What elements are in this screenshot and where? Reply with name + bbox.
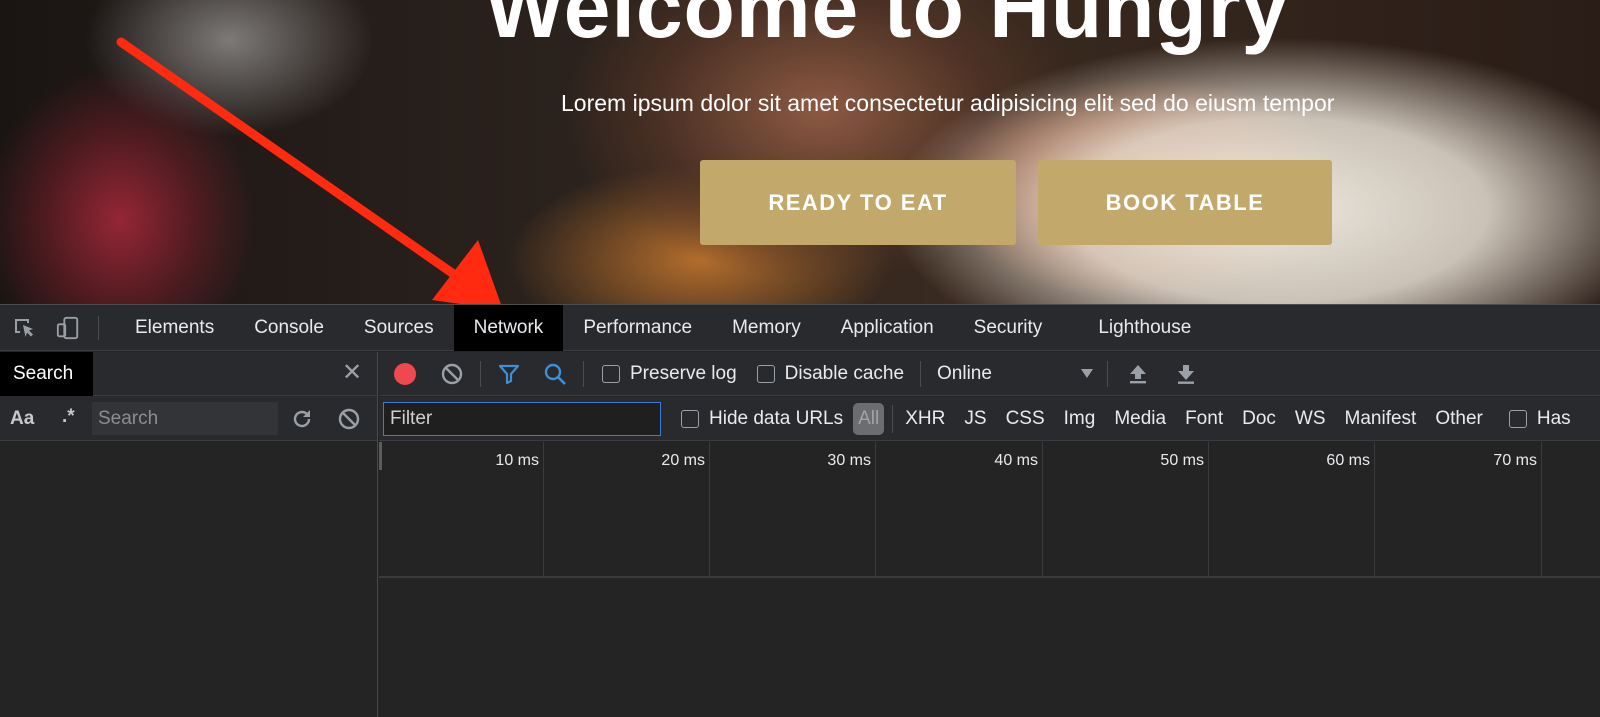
regex-toggle[interactable]: .* — [62, 406, 75, 428]
devtools-tabbar: Elements Console Sources Network Perform… — [0, 304, 1600, 351]
search-input[interactable] — [92, 402, 278, 435]
preserve-log-checkbox[interactable]: Preserve log — [602, 363, 737, 385]
type-filter-all[interactable]: All — [853, 402, 885, 435]
tab-sources[interactable]: Sources — [344, 305, 454, 351]
network-overview-timeline[interactable]: 10 ms 20 ms 30 ms 40 ms 50 ms 60 ms 70 m… — [379, 442, 1600, 578]
search-drawer-tab[interactable]: Search — [0, 352, 93, 396]
checkbox-box[interactable] — [602, 364, 620, 383]
hero-subtitle: Lorem ipsum dolor sit amet consectetur a… — [561, 90, 1335, 116]
device-toolbar-icon[interactable] — [56, 316, 80, 340]
timeline-tick: 10 ms — [379, 442, 544, 578]
checkbox-box[interactable] — [681, 409, 699, 428]
network-filter-bar: Hide data URLs All XHR JS CSS Img Media … — [379, 397, 1600, 441]
filter-icon[interactable] — [497, 362, 521, 386]
type-filter-other[interactable]: Other — [1435, 408, 1483, 430]
timeline-tick: 40 ms — [876, 442, 1043, 578]
timeline-tick: 60 ms — [1209, 442, 1375, 578]
tab-performance[interactable]: Performance — [563, 305, 712, 351]
disable-cache-checkbox[interactable]: Disable cache — [756, 362, 905, 385]
clear-log-icon[interactable] — [440, 362, 464, 386]
tab-lighthouse[interactable]: Lighthouse — [1078, 305, 1211, 351]
chevron-down-icon — [1081, 369, 1094, 378]
timeline-tick: 20 ms — [544, 442, 710, 578]
close-icon[interactable]: ✕ — [341, 361, 363, 385]
search-drawer: Search ✕ Aa .* — [0, 352, 378, 717]
book-table-button[interactable]: BOOK TABLE — [1038, 160, 1332, 245]
toolbar-divider — [480, 360, 481, 387]
export-har-icon[interactable] — [1174, 362, 1198, 386]
clear-icon[interactable] — [337, 407, 361, 431]
tab-security[interactable]: Security — [954, 305, 1063, 351]
type-filter-css[interactable]: CSS — [1006, 408, 1045, 430]
type-filter-font[interactable]: Font — [1185, 408, 1223, 430]
checkbox-box[interactable] — [1508, 409, 1527, 428]
disable-cache-label: Disable cache — [784, 362, 905, 384]
throttling-value: Online — [937, 362, 992, 384]
toolbar-divider — [583, 360, 584, 387]
type-filter-media[interactable]: Media — [1114, 408, 1166, 430]
type-filter-js[interactable]: JS — [964, 408, 986, 430]
tab-memory[interactable]: Memory — [712, 305, 821, 351]
hide-data-urls-checkbox[interactable]: Hide data URLs — [681, 408, 843, 430]
search-drawer-toolbar: Aa .* — [0, 396, 377, 441]
toolbar-divider — [1107, 360, 1109, 387]
hero-banner: Welcome to Hungry Lorem ipsum dolor sit … — [0, 0, 1600, 304]
type-filter-img[interactable]: Img — [1064, 408, 1096, 430]
search-drawer-header: Search ✕ — [0, 352, 377, 396]
ready-to-eat-button[interactable]: READY TO EAT — [700, 160, 1016, 245]
import-har-icon[interactable] — [1126, 362, 1150, 386]
hero-title: Welcome to Hungry — [485, 0, 1290, 55]
devtools-panel: Elements Console Sources Network Perform… — [0, 304, 1600, 717]
preserve-log-label: Preserve log — [630, 362, 737, 384]
type-filter-xhr[interactable]: XHR — [905, 408, 945, 430]
inspect-element-icon[interactable] — [12, 316, 36, 340]
tab-application[interactable]: Application — [821, 305, 954, 351]
timeline-tick: 30 ms — [710, 442, 876, 578]
timeline-tick: 50 ms — [1043, 442, 1209, 578]
toolbar-divider — [920, 360, 922, 387]
search-icon[interactable] — [543, 362, 567, 386]
type-filter-ws[interactable]: WS — [1295, 408, 1326, 430]
tab-network[interactable]: Network — [453, 304, 564, 351]
filter-divider — [892, 404, 894, 433]
has-blocked-cookies-checkbox[interactable]: Has — [1508, 407, 1571, 430]
hide-data-urls-label: Hide data URLs — [709, 407, 844, 429]
checkbox-box[interactable] — [756, 364, 775, 383]
filter-input[interactable] — [383, 401, 661, 436]
type-filter-manifest[interactable]: Manifest — [1345, 408, 1417, 430]
throttling-select[interactable]: Online — [937, 363, 1097, 385]
timeline-tick: 70 ms — [1375, 442, 1542, 578]
type-filter-doc[interactable]: Doc — [1242, 408, 1276, 430]
tabbar-divider — [98, 315, 99, 340]
has-blocked-cookies-label: Has — [1536, 407, 1571, 429]
record-icon[interactable] — [394, 362, 416, 385]
refresh-icon[interactable] — [290, 407, 314, 431]
network-toolbar: Preserve log Disable cache Online — [379, 352, 1600, 396]
tab-console[interactable]: Console — [234, 305, 344, 351]
match-case-toggle[interactable]: Aa — [10, 408, 34, 430]
tab-elements[interactable]: Elements — [115, 305, 234, 351]
